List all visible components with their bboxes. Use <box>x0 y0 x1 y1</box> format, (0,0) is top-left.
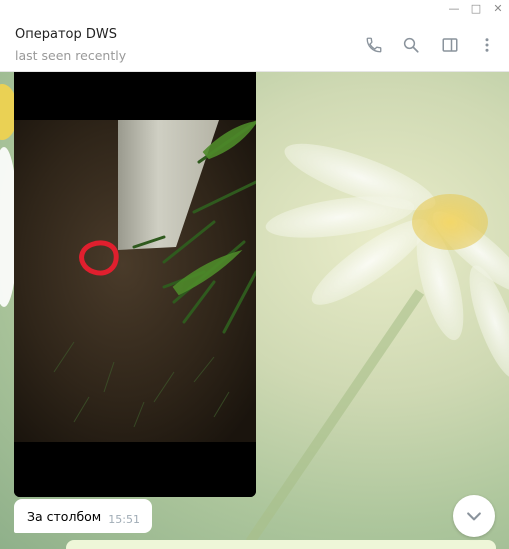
sidebar-toggle-icon[interactable] <box>439 34 461 56</box>
chat-header: Оператор DWS last seen recently <box>0 17 509 72</box>
chat-background: За столбом 15:51 <box>0 72 509 549</box>
message-text: За столбом <box>27 509 102 524</box>
scroll-down-button[interactable] <box>453 495 495 537</box>
more-icon[interactable] <box>476 34 498 56</box>
phone-icon[interactable] <box>363 34 385 56</box>
window-titlebar: — □ ✕ <box>0 0 509 17</box>
text-message[interactable]: За столбом 15:51 <box>14 499 152 533</box>
photo-image[interactable] <box>14 72 256 497</box>
chat-status: last seen recently <box>15 48 127 63</box>
close-button[interactable]: ✕ <box>487 0 509 17</box>
search-icon[interactable] <box>400 34 422 56</box>
outgoing-message-partial[interactable] <box>66 540 496 549</box>
maximize-button[interactable]: □ <box>465 0 487 17</box>
chevron-down-icon <box>467 512 481 521</box>
chat-title[interactable]: Оператор DWS <box>15 27 117 42</box>
photo-message[interactable] <box>14 72 256 497</box>
message-time: 15:51 <box>108 513 140 526</box>
minimize-button[interactable]: — <box>443 0 465 17</box>
